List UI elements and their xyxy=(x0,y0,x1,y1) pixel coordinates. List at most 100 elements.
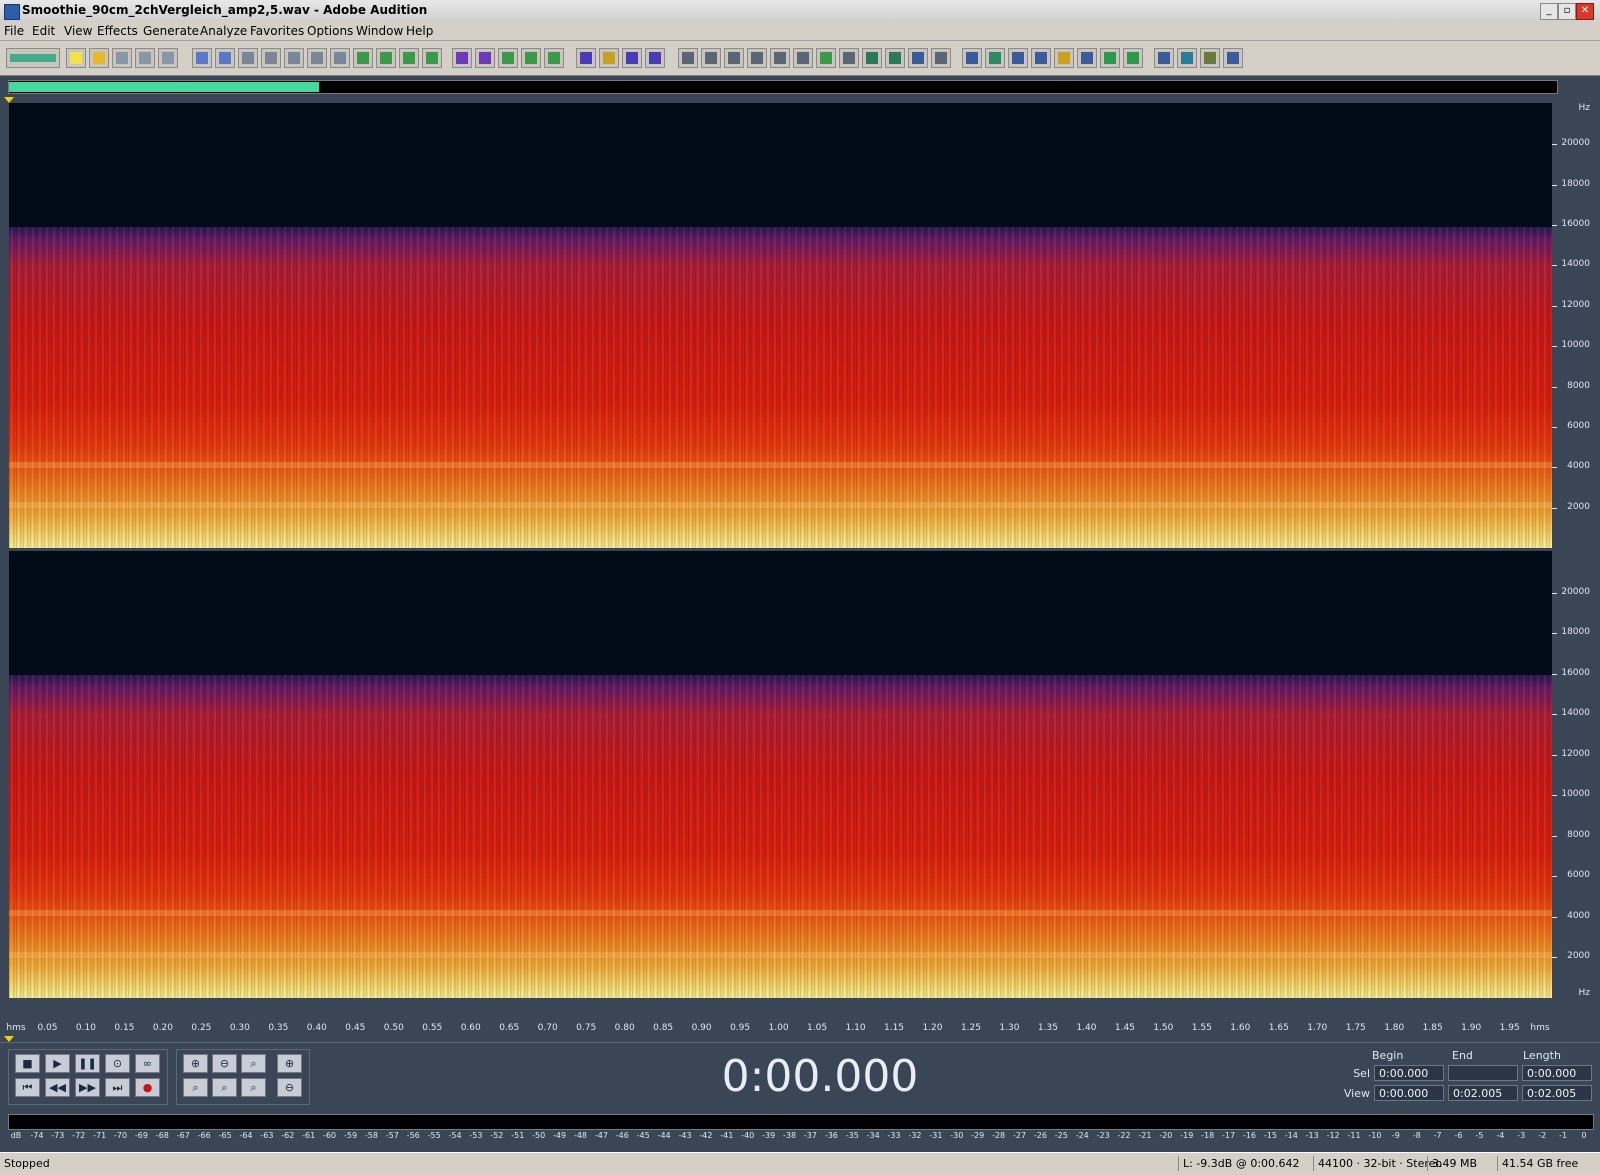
paste-to-new-button[interactable] xyxy=(353,48,373,68)
reverb-button[interactable] xyxy=(908,48,928,68)
stop-button[interactable]: ■ xyxy=(15,1054,40,1073)
phase-analysis-button[interactable] xyxy=(985,48,1005,68)
undo-button[interactable] xyxy=(192,48,212,68)
rewind-button[interactable]: ◀◀ xyxy=(45,1078,70,1097)
menu-file[interactable]: File xyxy=(4,24,24,38)
menu-options[interactable]: Options xyxy=(307,24,353,38)
spectral-display-left-channel[interactable] xyxy=(9,103,1552,548)
batch-process-button[interactable] xyxy=(931,48,951,68)
pause-button[interactable]: ❚❚ xyxy=(75,1054,100,1073)
multitrack-button[interactable] xyxy=(1154,48,1174,68)
scripts-button[interactable] xyxy=(1100,48,1120,68)
copy-to-new-button[interactable] xyxy=(284,48,304,68)
menu-help[interactable]: Help xyxy=(406,24,433,38)
trim-button[interactable] xyxy=(399,48,419,68)
time-tick-label: 1.55 xyxy=(1191,1023,1212,1033)
save-button[interactable] xyxy=(112,48,132,68)
time-ruler[interactable]: hms hms 0.05 0.10 0.15 0.20 0.25 0.30 0.35 0.40… xyxy=(6,1020,1552,1036)
filter-button[interactable] xyxy=(862,48,882,68)
frequency-analysis-button[interactable] xyxy=(962,48,982,68)
view-end-field[interactable]: 0:02.005 xyxy=(1448,1085,1518,1101)
time-tick-label: 1.85 xyxy=(1422,1023,1443,1033)
save-as-button[interactable] xyxy=(135,48,155,68)
zoom-to-right-icon[interactable]: ⌕ xyxy=(212,1078,237,1097)
silence-button[interactable] xyxy=(724,48,744,68)
info-button[interactable] xyxy=(1031,48,1051,68)
settings-button[interactable] xyxy=(1223,48,1243,68)
maximize-button[interactable]: ▫ xyxy=(1558,3,1576,20)
metronome-button[interactable] xyxy=(1077,48,1097,68)
envelope-button[interactable] xyxy=(622,48,642,68)
go-to-start-button[interactable]: ⏮ xyxy=(15,1078,40,1097)
grid-button[interactable] xyxy=(1123,48,1143,68)
level-tick-label: -34 xyxy=(866,1131,880,1140)
phase-view-button[interactable] xyxy=(521,48,541,68)
spectral-display-right-channel[interactable] xyxy=(9,551,1552,998)
save-all-button[interactable] xyxy=(158,48,178,68)
cut-button[interactable] xyxy=(307,48,327,68)
zoom-full-icon[interactable]: ⌕ xyxy=(241,1054,266,1073)
menu-edit[interactable]: Edit xyxy=(32,24,55,38)
view-begin-field[interactable]: 0:00.000 xyxy=(1374,1085,1444,1101)
reverse-button[interactable] xyxy=(701,48,721,68)
cd-button[interactable] xyxy=(1054,48,1074,68)
frequency-ruler-right-channel[interactable]: Hz 20000 18000 16000 14000 12000 10000 8000 600… xyxy=(1552,551,1600,998)
stretch-button[interactable] xyxy=(770,48,790,68)
paste-button[interactable] xyxy=(330,48,350,68)
mix-paste-button[interactable] xyxy=(376,48,396,68)
copy-button[interactable] xyxy=(261,48,281,68)
sel-begin-field[interactable]: 0:00.000 xyxy=(1374,1065,1444,1081)
dynamics-button[interactable] xyxy=(885,48,905,68)
new-file-button[interactable] xyxy=(66,48,86,68)
menu-window[interactable]: Window xyxy=(356,24,403,38)
workspace-switch-button[interactable] xyxy=(6,48,60,68)
hz-tick-mark xyxy=(1552,184,1557,186)
delete-silence-button[interactable] xyxy=(422,48,442,68)
menu-effects[interactable]: Effects xyxy=(97,24,138,38)
play-button[interactable]: ▶ xyxy=(45,1054,70,1073)
zoom-to-left-icon[interactable]: ⌕ xyxy=(183,1078,208,1097)
fade-button[interactable] xyxy=(645,48,665,68)
invert-button[interactable] xyxy=(678,48,698,68)
hz-tick-mark xyxy=(1552,225,1557,227)
zoom-selection-icon[interactable]: ⌕ xyxy=(241,1078,266,1097)
waveform-view-button[interactable] xyxy=(452,48,472,68)
record-button[interactable]: ● xyxy=(135,1078,160,1097)
delay-effects-button[interactable] xyxy=(839,48,859,68)
app-icon[interactable] xyxy=(4,4,20,20)
zoom-out-vertical-icon[interactable]: ⊖ xyxy=(277,1078,302,1097)
pitch-view-button[interactable] xyxy=(544,48,564,68)
play-to-end-button[interactable]: ⊙ xyxy=(105,1054,130,1073)
overview-bar[interactable] xyxy=(8,80,1558,94)
minimize-button[interactable]: _ xyxy=(1540,3,1558,20)
noise-reduction-button[interactable] xyxy=(816,48,836,68)
frequency-ruler-left-channel[interactable]: Hz 20000 18000 16000 14000 12000 10000 8000 600… xyxy=(1552,103,1600,548)
loop-button[interactable]: ∞ xyxy=(135,1054,160,1073)
overview-visible-range[interactable] xyxy=(9,82,319,92)
sel-end-field[interactable] xyxy=(1448,1065,1518,1081)
redo-button[interactable] xyxy=(215,48,235,68)
cd-project-button[interactable] xyxy=(1177,48,1197,68)
menu-favorites[interactable]: Favorites xyxy=(250,24,304,38)
close-button[interactable]: ✕ xyxy=(1576,3,1594,20)
channel-mixer-button[interactable] xyxy=(747,48,767,68)
menu-view[interactable]: View xyxy=(64,24,92,38)
fast-forward-button[interactable]: ▶▶ xyxy=(75,1078,100,1097)
pan-view-button[interactable] xyxy=(498,48,518,68)
amplify-button[interactable] xyxy=(576,48,596,68)
repeat-command-button[interactable] xyxy=(238,48,258,68)
zoom-out-icon[interactable]: ⊖ xyxy=(212,1054,237,1073)
spectral-view-button[interactable] xyxy=(475,48,495,68)
statistics-button[interactable] xyxy=(1008,48,1028,68)
go-to-end-button[interactable]: ⏭ xyxy=(105,1078,130,1097)
zoom-in-icon[interactable]: ⊕ xyxy=(183,1054,208,1073)
menu-analyze[interactable]: Analyze xyxy=(200,24,247,38)
zoom-in-vertical-icon[interactable]: ⊕ xyxy=(277,1054,302,1073)
pitch-bender-button[interactable] xyxy=(793,48,813,68)
view-length-field[interactable]: 0:02.005 xyxy=(1522,1085,1592,1101)
mixer-button[interactable] xyxy=(1200,48,1220,68)
open-file-button[interactable] xyxy=(89,48,109,68)
normalize-button[interactable] xyxy=(599,48,619,68)
sel-length-field[interactable]: 0:00.000 xyxy=(1522,1065,1592,1081)
menu-generate[interactable]: Generate xyxy=(143,24,199,38)
